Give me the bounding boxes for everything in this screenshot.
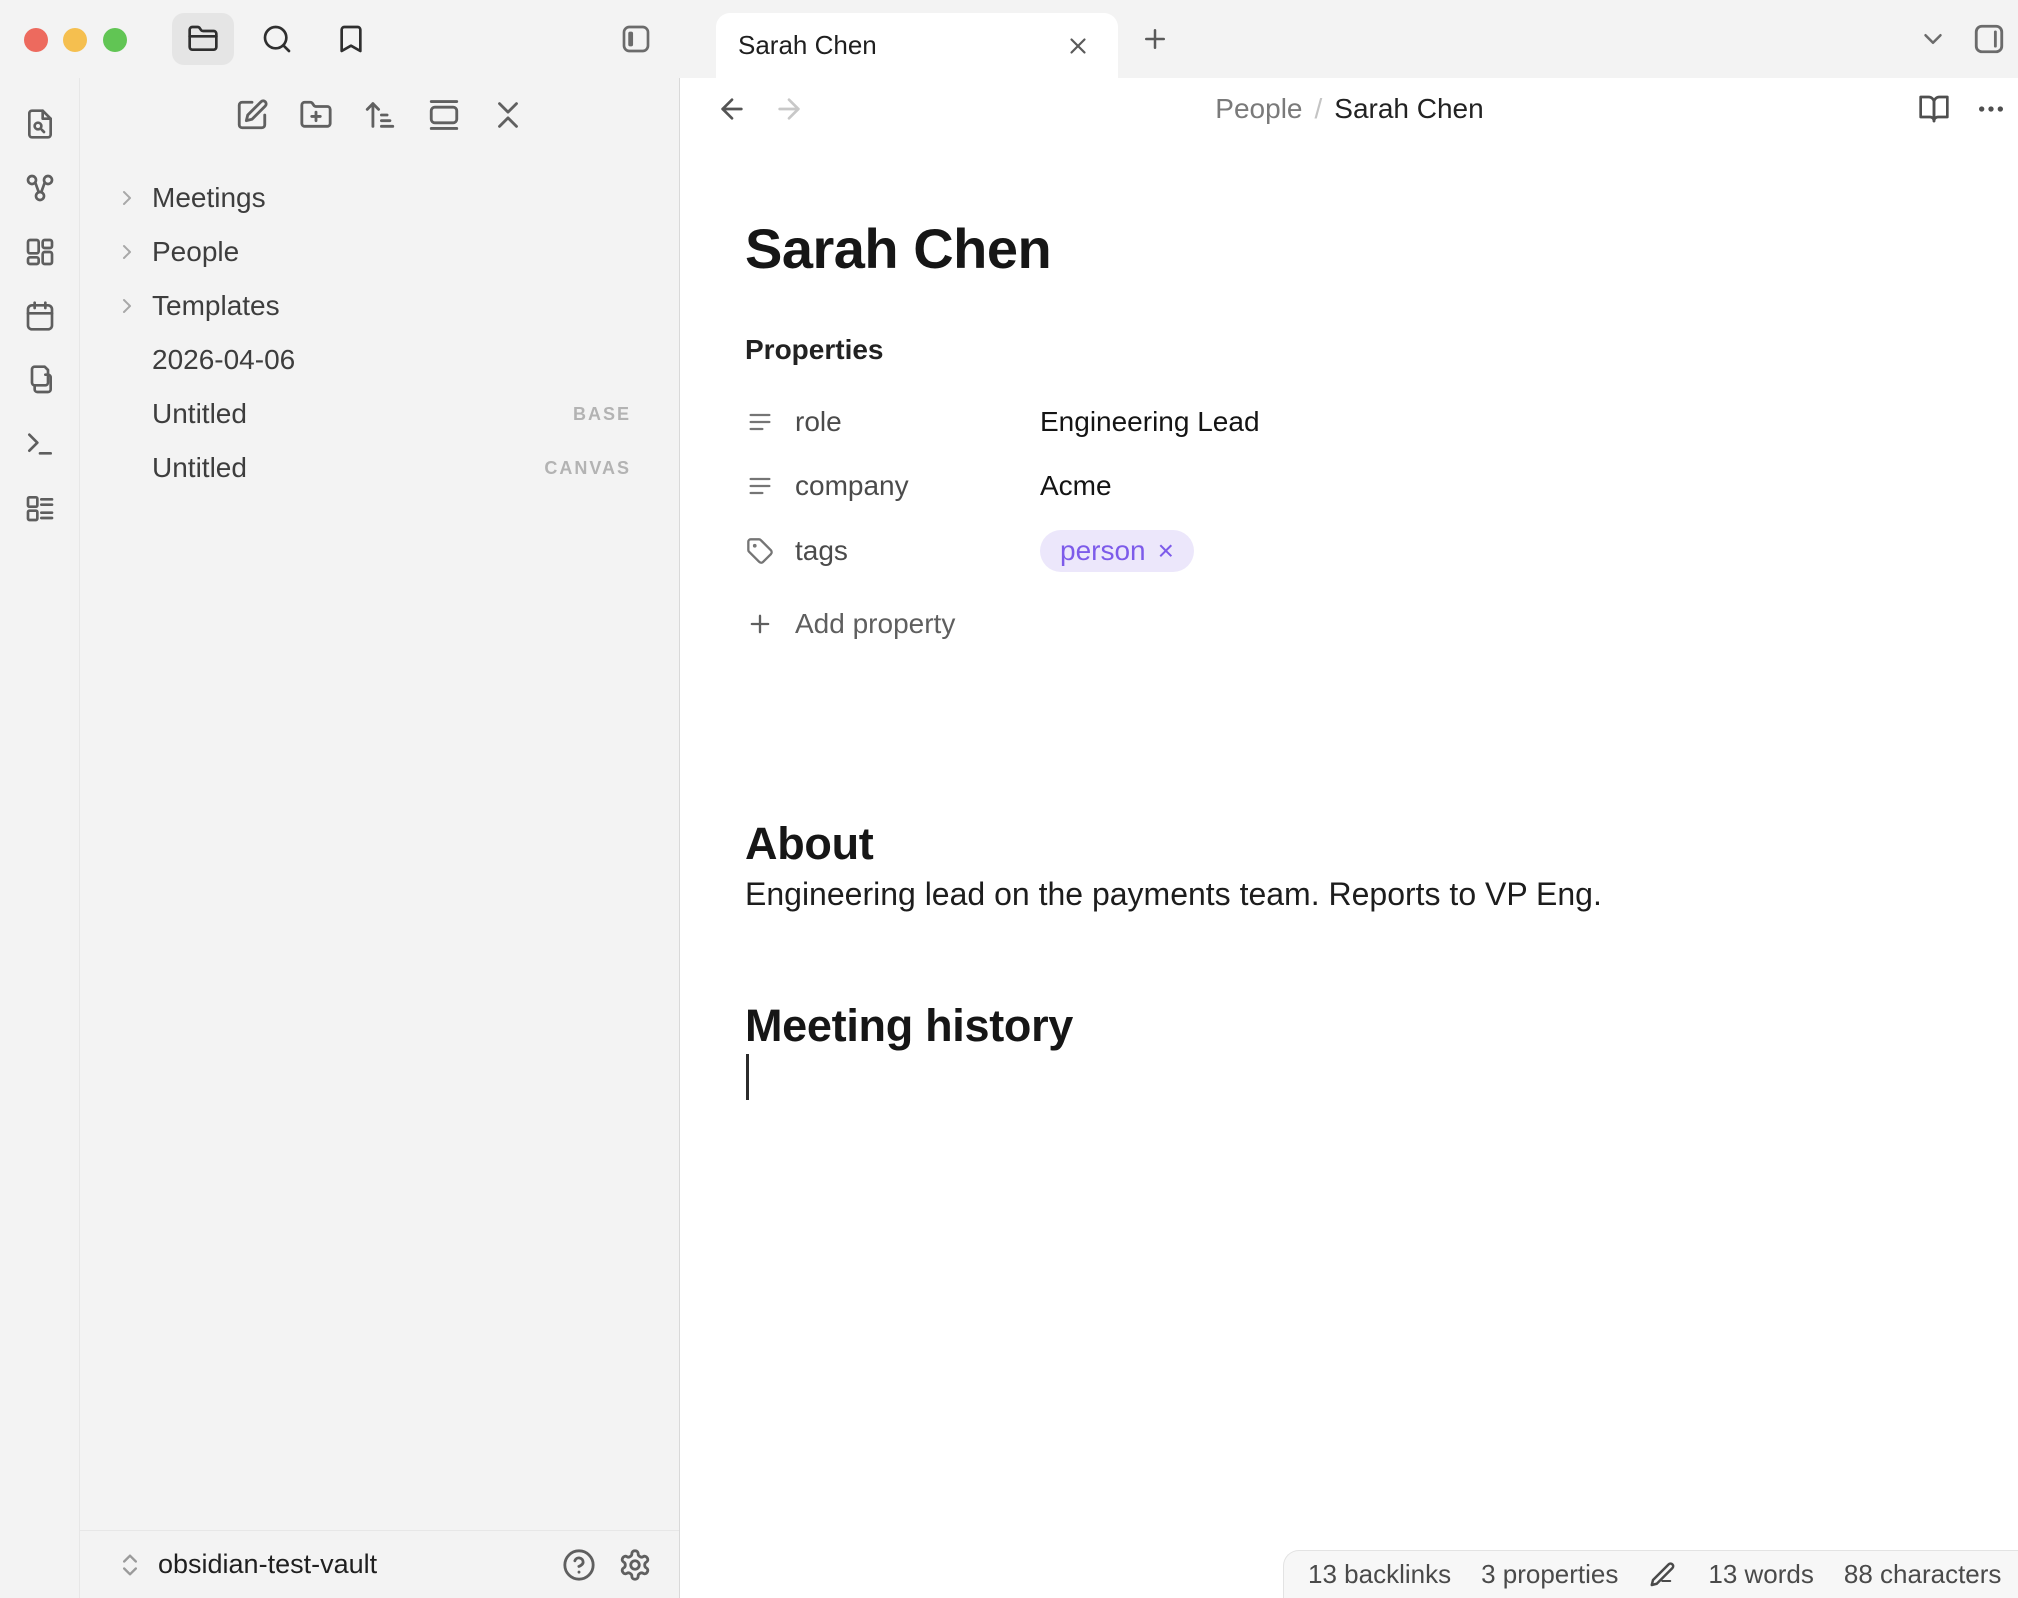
chevron-right-icon [114,185,140,211]
chevron-right-icon [114,239,140,265]
files-view-button[interactable] [172,13,234,65]
tree-label: Untitled [152,452,544,484]
file-type-badge: CANVAS [544,458,631,479]
property-key[interactable]: tags [795,535,1040,567]
chevron-down-icon [1918,24,1948,54]
bookmark-icon [335,23,367,55]
terminal-icon[interactable] [22,426,58,462]
chevron-right-icon [114,293,140,319]
tree-file-untitled-canvas[interactable]: Untitled CANVAS [80,441,679,495]
text-property-icon [745,471,775,501]
panel-right-icon [1972,22,2006,56]
vault-name: obsidian-test-vault [158,1549,377,1580]
copy-icon[interactable] [22,362,58,398]
toggle-right-sidebar-button[interactable] [1958,13,2018,65]
view-header: People / Sarah Chen [681,78,2018,140]
folder-icon [187,23,219,55]
file-explorer-toolbar [80,98,679,132]
breadcrumb: People / Sarah Chen [681,78,2018,140]
properties-count[interactable]: 3 properties [1481,1559,1618,1590]
word-count[interactable]: 13 words [1708,1559,1814,1590]
titlebar: Sarah Chen [0,0,2018,78]
tree-file-daily-note[interactable]: 2026-04-06 [80,333,679,387]
tree-label: Meetings [152,182,631,214]
tree-file-untitled-base[interactable]: Untitled BASE [80,387,679,441]
breadcrumb-parent[interactable]: People [1215,93,1302,125]
editor-pane: People / Sarah Chen Sarah Chen Propertie… [681,78,2018,1598]
zoom-window-button[interactable] [103,28,127,52]
reading-view-button[interactable] [1912,87,1956,131]
tree-folder-templates[interactable]: Templates [80,279,679,333]
section-heading-meeting-history[interactable]: Meeting history [745,1000,1073,1052]
layout-icon[interactable] [427,98,461,132]
tab-title: Sarah Chen [738,30,1060,61]
tree-label: Templates [152,290,631,322]
search-view-button[interactable] [246,13,308,65]
tag-icon [745,536,775,566]
file-type-badge: BASE [573,404,631,425]
tab-list-button[interactable] [1902,13,1964,65]
property-row-role: role Engineering Lead [745,394,1845,450]
new-tab-button[interactable] [1124,13,1186,65]
text-cursor [746,1054,749,1100]
character-count[interactable]: 88 characters [1844,1559,2002,1590]
new-note-icon[interactable] [235,98,269,132]
property-key[interactable]: role [795,406,1040,438]
plus-icon [1140,24,1170,54]
plus-icon [745,609,775,639]
about-body-text[interactable]: Engineering lead on the payments team. R… [745,876,1602,913]
obsidian-window: Sarah Chen [0,0,2018,1598]
edit-mode-pencil-icon[interactable] [1648,1559,1678,1591]
bookmarks-view-button[interactable] [320,13,382,65]
vault-switcher[interactable]: obsidian-test-vault [116,1549,377,1580]
settings-button[interactable] [615,1545,655,1585]
help-button[interactable] [559,1545,599,1585]
file-explorer: Meetings People Templates 2026-04-06 [80,78,680,1598]
breadcrumb-separator: / [1314,93,1322,125]
file-search-icon[interactable] [22,106,58,142]
status-bar: 13 backlinks 3 properties 13 words 88 ch… [1283,1550,2018,1598]
tree-label: People [152,236,631,268]
list-details-icon[interactable] [22,490,58,526]
properties-heading[interactable]: Properties [745,334,884,366]
tag-remove-icon[interactable]: × [1158,537,1174,565]
section-heading-about[interactable]: About [745,818,873,870]
sort-order-icon[interactable] [363,98,397,132]
close-window-button[interactable] [24,28,48,52]
tree-label: 2026-04-06 [152,344,631,376]
tag-pill-person[interactable]: person × [1040,530,1194,572]
tab-sarah-chen[interactable]: Sarah Chen [716,13,1118,78]
minimize-window-button[interactable] [63,28,87,52]
panel-left-icon [620,23,652,55]
tree-folder-meetings[interactable]: Meetings [80,171,679,225]
tree-folder-people[interactable]: People [80,225,679,279]
toggle-left-sidebar-button[interactable] [605,13,667,65]
ribbon [0,78,80,1598]
property-key[interactable]: company [795,470,1040,502]
backlinks-count[interactable]: 13 backlinks [1308,1559,1451,1590]
file-tree: Meetings People Templates 2026-04-06 [80,171,679,495]
add-property-button[interactable]: Add property [745,600,955,648]
new-folder-icon[interactable] [299,98,333,132]
graph-icon[interactable] [22,170,58,206]
calendar-icon[interactable] [22,298,58,334]
add-property-label: Add property [795,608,955,640]
search-icon [261,23,293,55]
property-row-tags: tags person × [745,523,1845,579]
property-value[interactable]: Engineering Lead [1040,406,1260,438]
tab-close-button[interactable] [1060,28,1096,64]
tree-label: Untitled [152,398,573,430]
text-property-icon [745,407,775,437]
tag-label: person [1060,535,1146,567]
property-row-company: company Acme [745,458,1845,514]
dashboard-icon[interactable] [22,234,58,270]
property-value[interactable]: Acme [1040,470,1112,502]
note-title[interactable]: Sarah Chen [745,216,1051,281]
breadcrumb-current[interactable]: Sarah Chen [1334,93,1483,125]
collapse-all-icon[interactable] [491,98,525,132]
chevrons-up-down-icon [116,1551,144,1579]
vault-switcher-row: obsidian-test-vault [80,1530,679,1598]
property-value: person × [1040,530,1194,572]
more-options-button[interactable] [1969,87,2013,131]
